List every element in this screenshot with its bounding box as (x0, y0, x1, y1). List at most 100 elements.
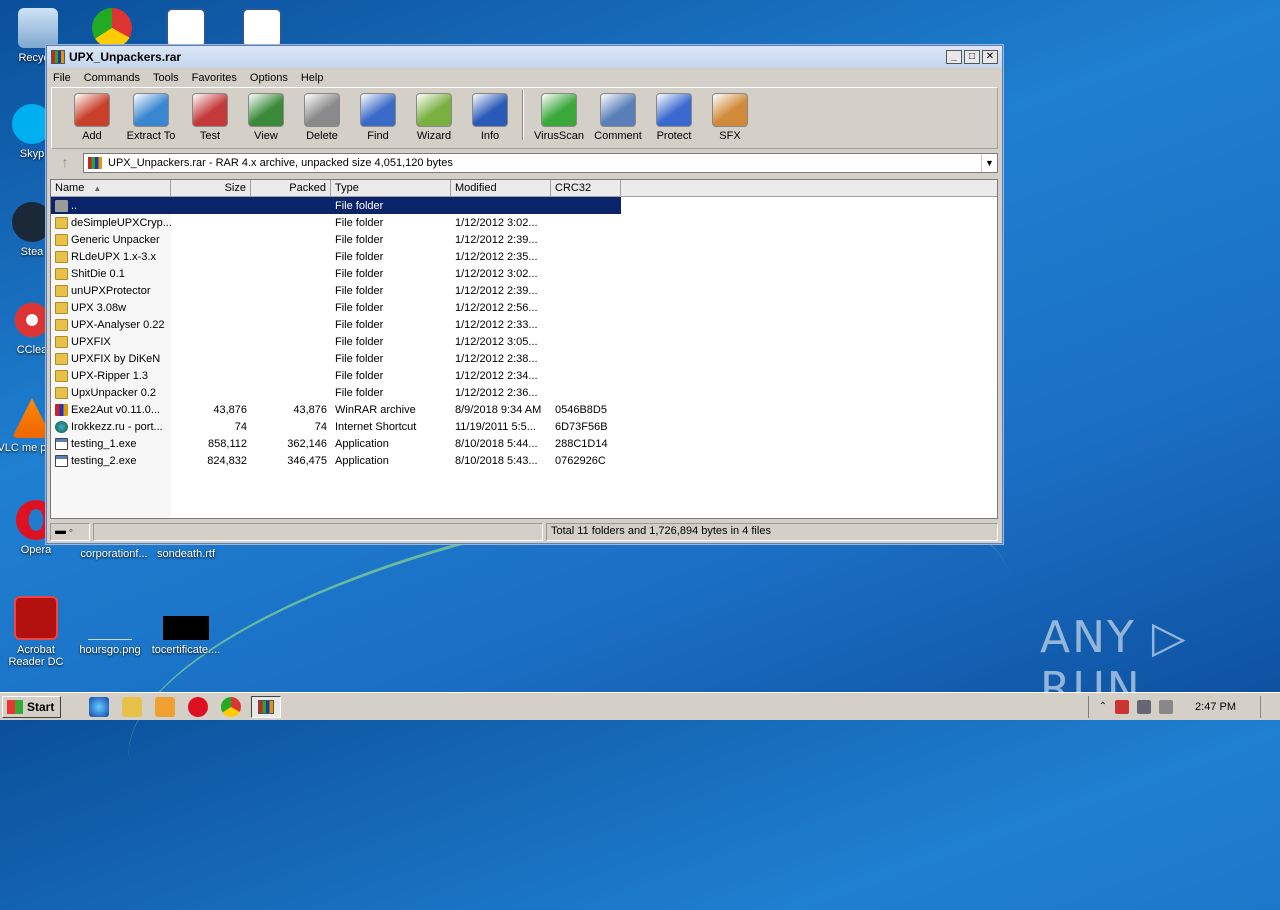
toolbar-button-comment[interactable]: Comment (590, 93, 646, 142)
toolbar-button-extract-to[interactable]: Extract To (120, 93, 182, 142)
file-name: .. (71, 199, 78, 212)
table-row[interactable]: .. File folder (51, 197, 621, 214)
cell-crc: 0546B8D5 (555, 403, 607, 416)
start-button[interactable]: Start (2, 695, 62, 718)
table-row[interactable]: UPX-Analyser 0.22 File folder 1/12/2012 2:… (51, 316, 997, 333)
cell-modified: 8/10/2018 5:43... (455, 454, 538, 467)
cell-name: ShitDie 0.1 (51, 267, 171, 280)
column-header-size[interactable]: Size (171, 180, 251, 196)
table-row[interactable]: Generic Unpacker File folder 1/12/2012 2:3… (51, 231, 997, 248)
menu-tools[interactable]: Tools (153, 72, 179, 84)
taskbar-winrar-button[interactable] (251, 695, 282, 718)
network-icon[interactable] (1137, 699, 1152, 714)
column-header-type[interactable]: Type (331, 180, 451, 196)
column-header-packed[interactable]: Packed (251, 180, 331, 196)
media-player-icon[interactable] (155, 696, 176, 717)
column-header-modified[interactable]: Modified (451, 180, 551, 196)
table-row[interactable]: UPX-Ripper 1.3 File folder 1/12/2012 2:34.… (51, 367, 997, 384)
wand-icon (416, 93, 452, 127)
parent-folder-icon (55, 199, 68, 212)
show-hidden-icons-chevron-icon[interactable]: ⌃ (1099, 701, 1107, 712)
chevron-down-icon[interactable]: ▼ (981, 154, 997, 172)
desktop-icon-hoursgo[interactable]: hoursgo.png (74, 618, 146, 656)
menu-help[interactable]: Help (301, 72, 324, 84)
cell-type: Application (335, 437, 389, 450)
cell-type: File folder (335, 318, 384, 331)
maximize-button[interactable]: □ (964, 50, 980, 64)
table-row[interactable]: ShitDie 0.1 File folder 1/12/2012 3:02... (51, 265, 997, 282)
menu-commands[interactable]: Commands (84, 72, 140, 84)
folder-icon (55, 301, 68, 314)
cell-modified: 1/12/2012 2:56... (455, 301, 538, 314)
clock[interactable]: 2:47 PM (1195, 701, 1236, 713)
cell-packed: 346,475 (287, 454, 327, 467)
chrome-icon (92, 8, 132, 48)
menu-options[interactable]: Options (250, 72, 288, 84)
cell-name: .. (51, 199, 171, 212)
cell-modified: 1/12/2012 2:38... (455, 352, 538, 365)
cell-name: RLdeUPX 1.x-3.x (51, 250, 171, 263)
toolbar-button-label: Info (480, 130, 500, 142)
toolbar-button-find[interactable]: Find (350, 93, 406, 142)
table-row[interactable]: UPXFIX File folder 1/12/2012 3:05... (51, 333, 997, 350)
sfx-icon (712, 93, 748, 127)
toolbar-button-label: Protect (656, 130, 692, 142)
desktop-icon-label: hoursgo.png (79, 644, 141, 656)
close-button[interactable]: ✕ (982, 50, 998, 64)
start-label: Start (27, 699, 55, 714)
drive-status-icons[interactable]: ▬ ◦ (50, 523, 90, 541)
internet-explorer-icon[interactable] (89, 696, 110, 717)
opera-taskbar-icon[interactable] (188, 696, 209, 717)
cell-name: UPXFIX by DiKeN (51, 352, 171, 365)
window-titlebar[interactable]: UPX_Unpackers.rar _ □ ✕ (47, 46, 1002, 68)
toolbar-button-protect[interactable]: Protect (646, 93, 702, 142)
toolbar-button-virusscan[interactable]: VirusScan (528, 93, 590, 142)
desktop-icon-tocertificate[interactable]: tocertificate.... (150, 616, 222, 656)
table-row[interactable]: UPX 3.08w File folder 1/12/2012 2:56... (51, 299, 997, 316)
table-row[interactable]: Exe2Aut v0.11.0... 43,876 43,876 WinRAR arc… (51, 401, 997, 418)
column-header-crc32[interactable]: CRC32 (551, 180, 621, 196)
table-row[interactable]: testing_1.exe 858,112 362,146 Application 8/… (51, 435, 997, 452)
toolbar-button-view[interactable]: View (238, 93, 294, 142)
table-row[interactable]: Irokkezz.ru - port... 74 74 Internet Shortc… (51, 418, 997, 435)
toolbar-button-add[interactable]: Add (64, 93, 120, 142)
desktop-icon-acrobat[interactable]: Acrobat Reader DC (0, 596, 72, 668)
show-desktop-button[interactable] (1260, 695, 1270, 718)
toolbar-button-sfx[interactable]: SFX (702, 93, 758, 142)
file-list: Name ▲ Size Packed Type Modified CRC32 .… (50, 179, 998, 519)
table-row[interactable]: testing_2.exe 824,832 346,475 Application 8/… (51, 452, 997, 469)
toolbar-button-info[interactable]: Info (462, 93, 518, 142)
table-row[interactable]: UpxUnpacker 0.2 File folder 1/12/2012 2:36… (51, 384, 997, 401)
desktop-icon-corporation[interactable]: corporationf... (74, 548, 154, 560)
file-name: UPXFIX by DiKeN (71, 352, 161, 365)
toolbar-button-label: Add (82, 130, 102, 142)
table-row[interactable]: RLdeUPX 1.x-3.x File folder 1/12/2012 2:35… (51, 248, 997, 265)
toolbar-button-label: Extract To (126, 130, 176, 142)
desktop-icon-sondeath[interactable]: sondeath.rtf (150, 548, 222, 560)
up-one-level-button[interactable]: ↑ (51, 153, 79, 173)
toolbar-button-delete[interactable]: Delete (294, 93, 350, 142)
toolbar-button-test[interactable]: Test (182, 93, 238, 142)
volume-icon[interactable] (1159, 699, 1174, 714)
recycle-bin-icon (18, 8, 58, 48)
cell-type: File folder (335, 386, 384, 399)
table-row[interactable]: UPXFIX by DiKeN File folder 1/12/2012 2:38… (51, 350, 997, 367)
table-row[interactable]: deSimpleUPXCryp... File folder 1/12/2012 3… (51, 214, 997, 231)
chrome-taskbar-icon[interactable] (221, 696, 242, 717)
table-row[interactable]: unUPXProtector File folder 1/12/2012 2:39.… (51, 282, 997, 299)
menu-favorites[interactable]: Favorites (192, 72, 237, 84)
file-explorer-icon[interactable] (122, 696, 143, 717)
file-name: Irokkezz.ru - port... (71, 420, 163, 433)
action-center-flag-icon[interactable] (1115, 699, 1130, 714)
desktop-icon-label: tocertificate.... (151, 644, 221, 656)
cell-modified: 1/12/2012 2:33... (455, 318, 538, 331)
cell-name: deSimpleUPXCryp... (51, 216, 171, 229)
cell-name: UPXFIX (51, 335, 171, 348)
winrar-app-icon (51, 50, 65, 64)
cell-modified: 1/12/2012 2:35... (455, 250, 538, 263)
toolbar-button-wizard[interactable]: Wizard (406, 93, 462, 142)
column-header-name[interactable]: Name ▲ (51, 180, 171, 196)
minimize-button[interactable]: _ (946, 50, 962, 64)
menu-file[interactable]: File (53, 72, 71, 84)
archive-path-field[interactable]: UPX_Unpackers.rar - RAR 4.x archive, unp… (83, 153, 998, 173)
